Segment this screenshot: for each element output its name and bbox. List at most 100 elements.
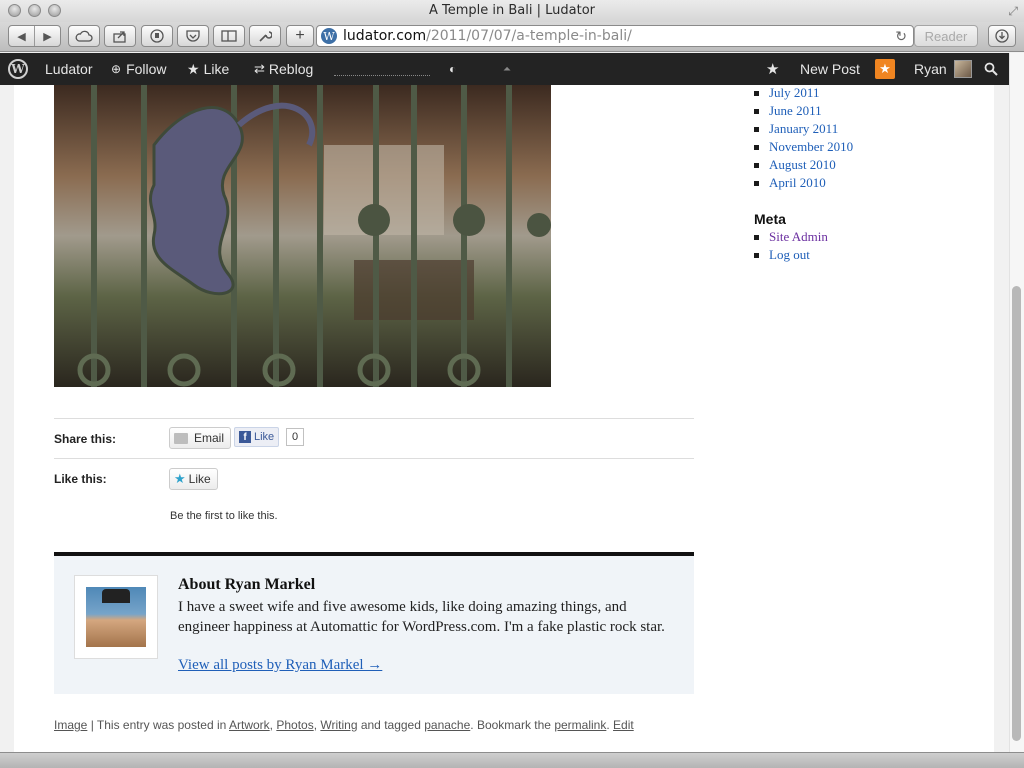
new-tab-button[interactable]: + bbox=[286, 25, 314, 47]
pocket-icon bbox=[186, 30, 200, 42]
wp-admin-bar: W Ludator ⊕ Follow ★ Like ⇄ Reblog ◐ ⏶ ★… bbox=[0, 53, 1009, 85]
permalink-link[interactable]: permalink bbox=[554, 718, 606, 732]
reblog-icon: ⇄ bbox=[254, 61, 265, 76]
collapse-icon[interactable]: ⏶ bbox=[503, 53, 511, 85]
window-titlebar: A Temple in Bali | Ludator ⤢ bbox=[0, 0, 1024, 22]
image-format-link[interactable]: Image bbox=[54, 718, 87, 732]
page-content: Share this: Email f Like 0 Like this: ★ … bbox=[0, 85, 1009, 752]
like-star-icon: ★ bbox=[174, 471, 186, 486]
meta-heading: Meta bbox=[754, 211, 786, 227]
email-icon bbox=[174, 432, 188, 444]
theme-toggle-icon[interactable]: ◐ bbox=[449, 53, 456, 85]
category-photos-link[interactable]: Photos bbox=[276, 718, 313, 732]
minimize-window-button[interactable] bbox=[28, 4, 41, 17]
pocket-button[interactable] bbox=[177, 25, 209, 47]
notifications-star-icon[interactable]: ★ bbox=[766, 53, 779, 85]
like-this-label: Like this: bbox=[54, 472, 107, 486]
back-arrow-icon: ◀ bbox=[17, 30, 26, 43]
share-divider-bottom bbox=[54, 458, 694, 459]
reblog-button[interactable]: ⇄ Reblog bbox=[254, 53, 313, 85]
archives-list: July 2011 June 2011 January 2011 Novembe… bbox=[754, 85, 853, 192]
facebook-icon: f bbox=[239, 431, 251, 443]
post-like-label: Like bbox=[188, 472, 211, 486]
downloads-button[interactable] bbox=[988, 25, 1016, 47]
category-writing-link[interactable]: Writing bbox=[320, 718, 357, 732]
tag-panache-link[interactable]: panache bbox=[424, 718, 470, 732]
fullscreen-icon[interactable]: ⤢ bbox=[1008, 4, 1018, 19]
reader-button[interactable]: Reader bbox=[914, 25, 978, 47]
like-star-icon: ★ bbox=[187, 60, 200, 77]
user-avatar bbox=[953, 60, 972, 78]
facebook-like-label: Like bbox=[254, 431, 275, 443]
first-to-like-text: Be the first to like this. bbox=[170, 510, 278, 522]
sidebar-icon bbox=[221, 30, 237, 42]
facebook-like-button[interactable]: f Like bbox=[234, 427, 280, 447]
archive-link[interactable]: August 2010 bbox=[754, 156, 853, 174]
site-name-link[interactable]: Ludator bbox=[45, 53, 92, 85]
bookmarklet-button[interactable] bbox=[141, 25, 173, 47]
wrench-icon bbox=[259, 31, 272, 42]
admin-bar-search-field[interactable] bbox=[334, 66, 430, 76]
author-avatar bbox=[74, 575, 158, 659]
entry-meta-text: | This entry was posted in bbox=[87, 718, 229, 732]
wp-menu[interactable]: W bbox=[8, 53, 28, 85]
window-title: A Temple in Bali | Ludator bbox=[428, 3, 596, 18]
edit-post-link[interactable]: Edit bbox=[613, 718, 634, 732]
archive-link[interactable]: November 2010 bbox=[754, 138, 853, 156]
post-like-button[interactable]: ★ Like bbox=[169, 468, 218, 490]
download-icon bbox=[995, 29, 1009, 43]
vertical-scrollbar-thumb[interactable] bbox=[1012, 286, 1021, 741]
back-button[interactable]: ◀ bbox=[9, 26, 35, 46]
view-all-posts-link[interactable]: View all posts by Ryan Markel → bbox=[178, 657, 382, 674]
follow-label: Follow bbox=[126, 61, 167, 77]
email-label: Email bbox=[194, 431, 225, 445]
share-icon bbox=[113, 31, 126, 43]
share-divider-top bbox=[54, 418, 694, 419]
share-button[interactable] bbox=[104, 25, 136, 47]
back-forward-control: ◀ ▶ bbox=[8, 25, 61, 47]
forward-button[interactable]: ▶ bbox=[35, 26, 60, 46]
zoom-window-button[interactable] bbox=[48, 4, 61, 17]
entry-meta-text: and tagged bbox=[357, 718, 425, 732]
left-gutter bbox=[0, 85, 14, 752]
plus-icon: + bbox=[295, 27, 305, 44]
like-button[interactable]: ★ Like bbox=[187, 53, 229, 85]
search-icon[interactable] bbox=[984, 53, 998, 85]
reblog-label: Reblog bbox=[268, 61, 314, 77]
window-bottom-bar bbox=[0, 752, 1024, 768]
author-info-box: About Ryan Markel I have a sweet wife an… bbox=[54, 556, 694, 694]
url-host: ludator.com bbox=[343, 28, 427, 44]
author-photo bbox=[86, 587, 146, 647]
author-bio: I have a sweet wife and five awesome kid… bbox=[178, 599, 665, 635]
follow-button[interactable]: ⊕ Follow bbox=[111, 53, 167, 85]
url-path: /2011/07/07/a-temple-in-bali/ bbox=[426, 28, 632, 44]
shield-icon bbox=[150, 29, 164, 43]
archive-link[interactable]: June 2011 bbox=[754, 102, 853, 120]
share-email-button[interactable]: Email bbox=[169, 427, 232, 449]
site-admin-link[interactable]: Site Admin bbox=[754, 228, 828, 246]
like-label: Like bbox=[203, 61, 230, 77]
sidebar-toggle-button[interactable] bbox=[213, 25, 245, 47]
icloud-tabs-button[interactable] bbox=[68, 25, 100, 47]
archive-link[interactable]: July 2011 bbox=[754, 85, 853, 102]
follow-plus-icon: ⊕ bbox=[111, 62, 122, 76]
notifications-button[interactable]: ★ bbox=[875, 53, 895, 85]
archive-link[interactable]: April 2010 bbox=[754, 174, 853, 192]
new-post-button[interactable]: New Post bbox=[800, 53, 860, 85]
archive-link[interactable]: January 2011 bbox=[754, 120, 853, 138]
category-artwork-link[interactable]: Artwork bbox=[229, 718, 270, 732]
post-photo[interactable] bbox=[54, 85, 551, 387]
tools-button[interactable] bbox=[249, 25, 281, 47]
author-box-title: About Ryan Markel bbox=[178, 576, 316, 593]
forward-arrow-icon: ▶ bbox=[43, 30, 52, 43]
log-out-link[interactable]: Log out bbox=[754, 246, 828, 264]
address-bar[interactable]: W ludator.com /2011/07/07/a-temple-in-ba… bbox=[316, 25, 914, 47]
entry-meta: Image | This entry was posted in Artwork… bbox=[54, 718, 634, 732]
close-window-button[interactable] bbox=[8, 4, 21, 17]
reload-icon[interactable]: ↻ bbox=[895, 28, 907, 45]
window-controls bbox=[8, 4, 61, 17]
cloud-icon bbox=[75, 30, 93, 42]
site-favicon-icon: W bbox=[321, 28, 337, 44]
wordpress-logo-icon: W bbox=[8, 59, 28, 79]
my-account-menu[interactable]: Ryan bbox=[914, 53, 972, 85]
